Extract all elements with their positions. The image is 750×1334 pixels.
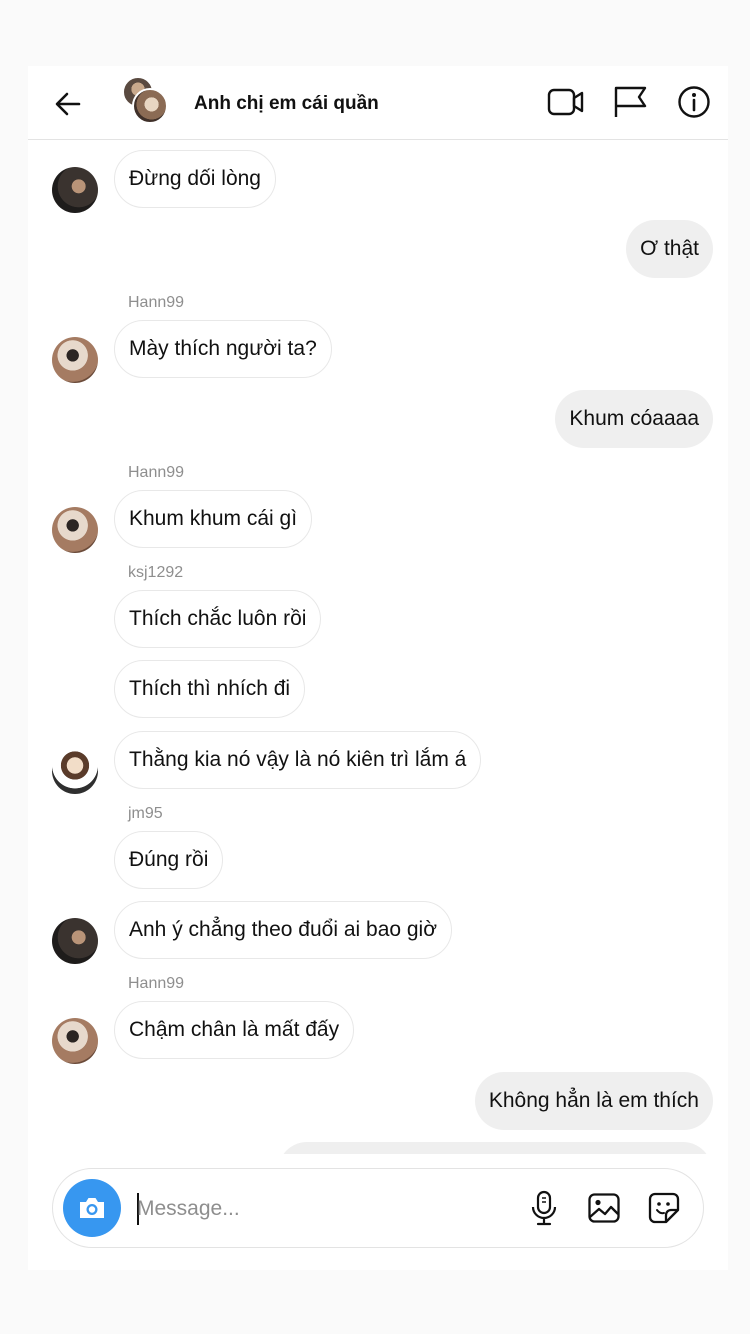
voice-message-button[interactable]	[523, 1187, 565, 1229]
sticker-icon	[648, 1192, 680, 1224]
message-bubble[interactable]: Anh ý chẳng theo đuổi ai bao giờ	[114, 901, 452, 959]
gallery-button[interactable]	[583, 1187, 625, 1229]
report-button[interactable]	[610, 82, 650, 122]
microphone-icon	[531, 1190, 557, 1226]
camera-icon	[80, 1198, 104, 1218]
sender-name: Hann99	[128, 294, 185, 311]
avatar[interactable]	[52, 167, 98, 213]
screen: Anh chị em cái quần Đừng dối lòng Ơ thật…	[0, 0, 750, 1334]
avatar[interactable]	[52, 507, 98, 553]
message-bubble[interactable]: Không hẳn là em thích	[474, 1072, 713, 1130]
message-bubble[interactable]: Thằng kia nó vậy là nó kiên trì lắm á	[114, 731, 482, 789]
sender-name: Hann99	[128, 975, 185, 992]
video-call-button[interactable]	[546, 82, 586, 122]
camera-button[interactable]	[63, 1179, 121, 1237]
info-icon	[678, 86, 710, 118]
avatar[interactable]	[52, 748, 98, 794]
chat-title[interactable]: Anh chị em cái quần	[194, 93, 379, 115]
back-arrow-icon	[55, 92, 81, 116]
avatar[interactable]	[52, 337, 98, 383]
chat-header: Anh chị em cái quần	[28, 66, 728, 140]
gallery-icon	[588, 1193, 620, 1223]
message-input[interactable]	[137, 1187, 497, 1231]
flag-icon	[614, 86, 647, 117]
message-bubble[interactable]: Thích chắc luôn rồi	[114, 590, 322, 648]
sender-name: ksj1292	[128, 564, 184, 581]
avatar	[132, 88, 168, 124]
back-button[interactable]	[48, 84, 88, 124]
message-bubble[interactable]: Đừng dối lòng	[114, 150, 276, 208]
message-bubble[interactable]: Khum cóaaaa	[555, 390, 713, 448]
sender-name: Hann99	[128, 464, 185, 481]
group-avatar[interactable]	[122, 76, 172, 126]
avatar[interactable]	[52, 1018, 98, 1064]
message-bubble[interactable]: Đúng rồi	[114, 831, 224, 889]
message-bubble[interactable]: Ơ thật	[626, 220, 713, 278]
avatar[interactable]	[52, 918, 98, 964]
chat-window: Anh chị em cái quần Đừng dối lòng Ơ thật…	[28, 66, 728, 1270]
sticker-button[interactable]	[643, 1187, 685, 1229]
message-bubble[interactable]: Mày thích người ta?	[114, 320, 332, 378]
sender-name: jm95	[128, 805, 163, 822]
message-composer	[52, 1168, 704, 1248]
video-call-icon	[547, 88, 584, 116]
message-bubble[interactable]: Khum khum cái gì	[114, 490, 313, 548]
info-button[interactable]	[674, 82, 714, 122]
message-bubble[interactable]: Chậm chân là mất đấy	[114, 1001, 355, 1059]
message-bubble[interactable]: Thích thì nhích đi	[114, 660, 306, 718]
